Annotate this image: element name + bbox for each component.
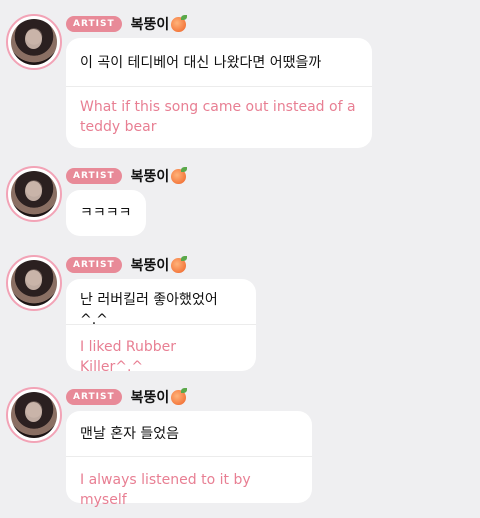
sender-row: ARTIST 복뚱이	[66, 14, 188, 34]
sender-name[interactable]: 복뚱이	[130, 255, 188, 275]
avatar[interactable]	[6, 166, 62, 222]
sender-name-text: 복뚱이	[130, 258, 170, 274]
sender-name[interactable]: 복뚱이	[130, 387, 188, 407]
peach-icon	[171, 166, 188, 184]
artist-badge: ARTIST	[66, 389, 122, 405]
sender-row: ARTIST 복뚱이	[66, 387, 188, 407]
artist-badge: ARTIST	[66, 168, 122, 184]
avatar-photo	[11, 19, 57, 65]
sender-name[interactable]: 복뚱이	[130, 14, 188, 34]
translation-text: I always listened to it by myself	[80, 472, 251, 508]
message-text: 이 곡이 테디베어 대신 나왔다면 어땠을까	[80, 55, 322, 71]
message-bubble[interactable]: ㅋㅋㅋㅋ	[66, 190, 146, 236]
avatar[interactable]	[6, 255, 62, 311]
peach-icon	[171, 255, 188, 273]
sender-name[interactable]: 복뚱이	[130, 166, 188, 186]
translation-text: What if this song came out instead of a …	[80, 99, 356, 135]
avatar-photo	[11, 392, 57, 438]
message-text: 난 러버킬러 좋아했었어^.^	[80, 292, 218, 328]
avatar-photo	[11, 171, 57, 217]
message-bubble[interactable]: 맨날 혼자 들었음 I always listened to it by mys…	[66, 411, 312, 508]
avatar[interactable]	[6, 387, 62, 443]
message-bubble[interactable]: 이 곡이 테디베어 대신 나왔다면 어땠을까 What if this song…	[66, 38, 372, 148]
sender-name-text: 복뚱이	[130, 169, 170, 185]
sender-name-text: 복뚱이	[130, 390, 170, 406]
avatar-photo	[11, 260, 57, 306]
sender-row: ARTIST 복뚱이	[66, 166, 188, 186]
artist-badge: ARTIST	[66, 16, 122, 32]
translation-text: I liked Rubber Killer^.^	[80, 339, 177, 375]
sender-name-text: 복뚱이	[130, 17, 170, 33]
sender-row: ARTIST 복뚱이	[66, 255, 188, 275]
peach-icon	[171, 14, 188, 32]
artist-badge: ARTIST	[66, 257, 122, 273]
message-bubble[interactable]: 난 러버킬러 좋아했었어^.^ I liked Rubber Killer^.^	[66, 279, 256, 375]
message-text: ㅋㅋㅋㅋ	[80, 205, 132, 221]
peach-icon	[171, 387, 188, 405]
message-text: 맨날 혼자 들었음	[80, 426, 180, 442]
avatar[interactable]	[6, 14, 62, 70]
